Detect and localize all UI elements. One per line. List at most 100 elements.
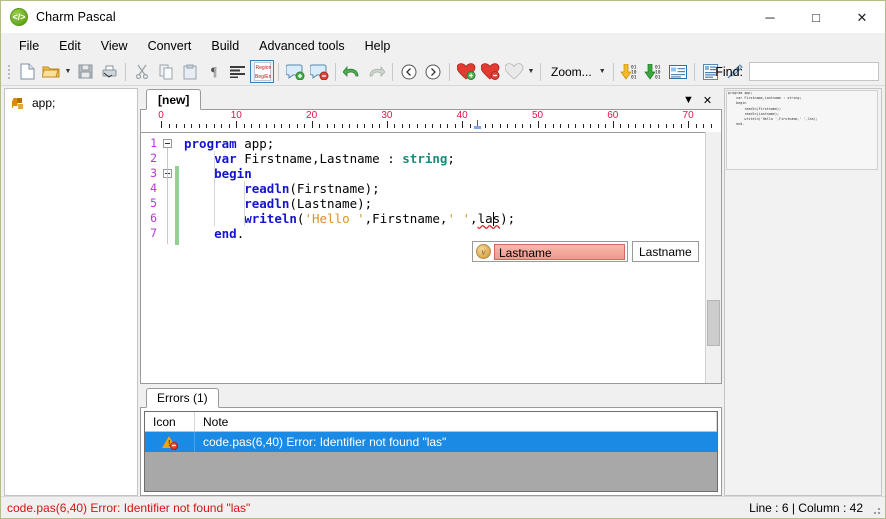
- ruler-label: 20: [306, 110, 317, 121]
- remove-comment-button[interactable]: [307, 60, 331, 83]
- menu-item-file[interactable]: File: [9, 35, 49, 57]
- ruler-tick: [199, 124, 200, 128]
- find-area: Find:: [715, 58, 879, 85]
- ruler-tick: [417, 124, 418, 128]
- tab-close-button[interactable]: ✕: [699, 92, 716, 108]
- ruler-tick: [666, 124, 667, 128]
- maximize-button[interactable]: □: [793, 1, 839, 33]
- compile-button[interactable]: 011001: [618, 60, 642, 83]
- menu-item-build[interactable]: Build: [201, 35, 249, 57]
- back-button[interactable]: [397, 60, 421, 83]
- column-header-icon[interactable]: Icon: [145, 412, 195, 431]
- menu-item-convert[interactable]: Convert: [138, 35, 202, 57]
- open-folder-button[interactable]: [39, 60, 63, 83]
- bookmarks-dropdown-icon[interactable]: ▼: [526, 60, 536, 83]
- find-input[interactable]: [749, 62, 879, 81]
- paste-button[interactable]: [178, 60, 202, 83]
- toolbar-separator: [540, 63, 541, 81]
- new-file-button[interactable]: [15, 60, 39, 83]
- ruler-label: 0: [158, 110, 164, 121]
- svg-text:01: 01: [655, 74, 661, 80]
- copy-button[interactable]: [154, 60, 178, 83]
- variable-icon-letter: v: [482, 247, 486, 257]
- ruler-label: 10: [231, 110, 242, 121]
- menu-bar: File Edit View Convert Build Advanced to…: [1, 33, 885, 58]
- close-icon: ✕: [857, 11, 868, 24]
- ruler-tick: [349, 124, 350, 128]
- run-button[interactable]: 011001: [642, 60, 666, 83]
- console-button[interactable]: [666, 60, 690, 83]
- zoom-dropdown[interactable]: Zoom... ▼: [545, 61, 609, 82]
- ruler-tick: [379, 124, 380, 128]
- editor-frame: [new] ▼ ✕ 010203040506070: [140, 88, 722, 384]
- fold-toggle[interactable]: [163, 139, 172, 148]
- title-bar: </> Charm Pascal ─ □ ✕: [1, 1, 885, 33]
- print-button[interactable]: [97, 60, 121, 83]
- structure-tree-panel: app;: [4, 88, 138, 496]
- ruler-tick: [515, 124, 516, 128]
- ruler-tick: [402, 124, 403, 128]
- bookmarks-button[interactable]: [502, 60, 526, 83]
- table-row[interactable]: ! code.pas(6,40) Error: Identifier not f…: [145, 432, 717, 452]
- ruler-tick: [507, 124, 508, 128]
- column-header-note[interactable]: Note: [195, 412, 717, 431]
- status-error-message: code.pas(6,40) Error: Identifier not fou…: [1, 501, 250, 515]
- ruler-tick: [575, 124, 576, 128]
- menu-item-view[interactable]: View: [91, 35, 138, 57]
- errors-grid-header: Icon Note: [145, 412, 717, 432]
- close-button[interactable]: ✕: [839, 1, 885, 33]
- code-minimap[interactable]: program app; var Firstname,Lastname : st…: [724, 88, 882, 496]
- ruler-tick: [470, 124, 471, 128]
- tree-item-app[interactable]: app;: [5, 94, 137, 112]
- save-button[interactable]: [73, 60, 97, 83]
- ruler-tick: [387, 121, 388, 128]
- ruler-tick: [425, 124, 426, 128]
- ruler-tick: [635, 124, 636, 128]
- error-row-icon-cell: !: [145, 432, 195, 452]
- window-title: Charm Pascal: [36, 10, 116, 24]
- remove-bookmark-button[interactable]: [478, 60, 502, 83]
- editor-box: 010203040506070 1234567 program app; var…: [140, 110, 722, 384]
- editor-vertical-scrollbar[interactable]: [705, 132, 721, 383]
- ruler-tick: [214, 124, 215, 128]
- add-comment-button[interactable]: [283, 60, 307, 83]
- editor-tab-new[interactable]: [new]: [146, 89, 201, 110]
- region-begin-end-button[interactable]: RegionBeg/End: [250, 60, 274, 83]
- indent-guide: [214, 151, 215, 226]
- toolbar-separator: [449, 63, 450, 81]
- redo-button[interactable]: [364, 60, 388, 83]
- menu-item-help[interactable]: Help: [355, 35, 401, 57]
- autocomplete-item-lastname[interactable]: Lastname: [494, 244, 625, 260]
- open-folder-dropdown-icon[interactable]: ▼: [63, 60, 73, 83]
- ruler-tick: [643, 124, 644, 128]
- cut-button[interactable]: [130, 60, 154, 83]
- ruler-tick: [251, 124, 252, 128]
- ruler-tick: [545, 124, 546, 128]
- align-left-button[interactable]: [226, 60, 250, 83]
- ruler-tick: [522, 124, 523, 128]
- tab-errors[interactable]: Errors (1): [146, 388, 219, 408]
- forward-button[interactable]: [421, 60, 445, 83]
- minimize-button[interactable]: ─: [747, 1, 793, 33]
- ruler-tick: [447, 124, 448, 128]
- ruler-tick: [319, 124, 320, 128]
- autocomplete-popup[interactable]: v Lastname: [472, 241, 628, 262]
- pilcrow-button[interactable]: ¶: [202, 60, 226, 83]
- toolbar-separator: [694, 63, 695, 81]
- editor-scroll-thumb[interactable]: [707, 300, 720, 346]
- menu-item-advanced-tools[interactable]: Advanced tools: [249, 35, 354, 57]
- tab-list-dropdown-button[interactable]: ▼: [680, 92, 697, 108]
- undo-button[interactable]: [340, 60, 364, 83]
- ruler-tick: [455, 124, 456, 128]
- line-number: 6: [141, 211, 157, 225]
- ruler-tick: [440, 124, 441, 128]
- ruler-tick: [259, 124, 260, 128]
- ruler-tick: [221, 124, 222, 128]
- ruler-tick: [184, 124, 185, 128]
- add-bookmark-button[interactable]: [454, 60, 478, 83]
- toolbar-grip[interactable]: [5, 63, 13, 81]
- ruler-label: 60: [607, 110, 618, 121]
- resize-grip[interactable]: [870, 504, 882, 516]
- menu-item-edit[interactable]: Edit: [49, 35, 91, 57]
- ruler-label: 40: [457, 110, 468, 121]
